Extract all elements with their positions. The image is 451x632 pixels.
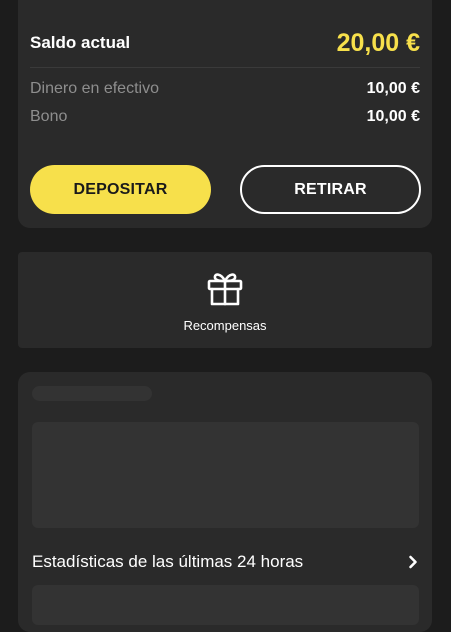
loading-placeholder-content	[32, 422, 419, 528]
gift-icon	[207, 273, 243, 306]
loading-placeholder-title	[32, 386, 152, 401]
bonus-row: Bono 10,00 €	[30, 106, 420, 128]
cash-label: Dinero en efectivo	[30, 80, 159, 97]
stats-24h-label: Estadísticas de las últimas 24 horas	[32, 552, 304, 571]
cash-amount: 10,00 €	[366, 80, 420, 97]
loading-placeholder-footer	[32, 585, 419, 625]
stats-24h-link[interactable]: Estadísticas de las últimas 24 horas	[32, 550, 420, 574]
balance-card: Saldo actual 20,00 € Dinero en efectivo …	[18, 0, 432, 228]
bonus-amount: 10,00 €	[366, 108, 420, 125]
current-balance-label: Saldo actual	[30, 33, 131, 52]
divider	[30, 67, 420, 68]
rewards-label: Recompensas	[183, 318, 267, 333]
current-balance-row: Saldo actual 20,00 €	[30, 26, 420, 60]
chevron-right-icon	[409, 555, 417, 569]
rewards-tile[interactable]: Recompensas	[18, 252, 432, 348]
current-balance-amount: 20,00 €	[336, 28, 420, 57]
cash-row: Dinero en efectivo 10,00 €	[30, 78, 420, 100]
stats-card: Estadísticas de las últimas 24 horas	[18, 372, 432, 632]
deposit-button[interactable]: DEPOSITAR	[30, 165, 211, 214]
bonus-label: Bono	[30, 108, 68, 125]
withdraw-button[interactable]: RETIRAR	[240, 165, 421, 214]
